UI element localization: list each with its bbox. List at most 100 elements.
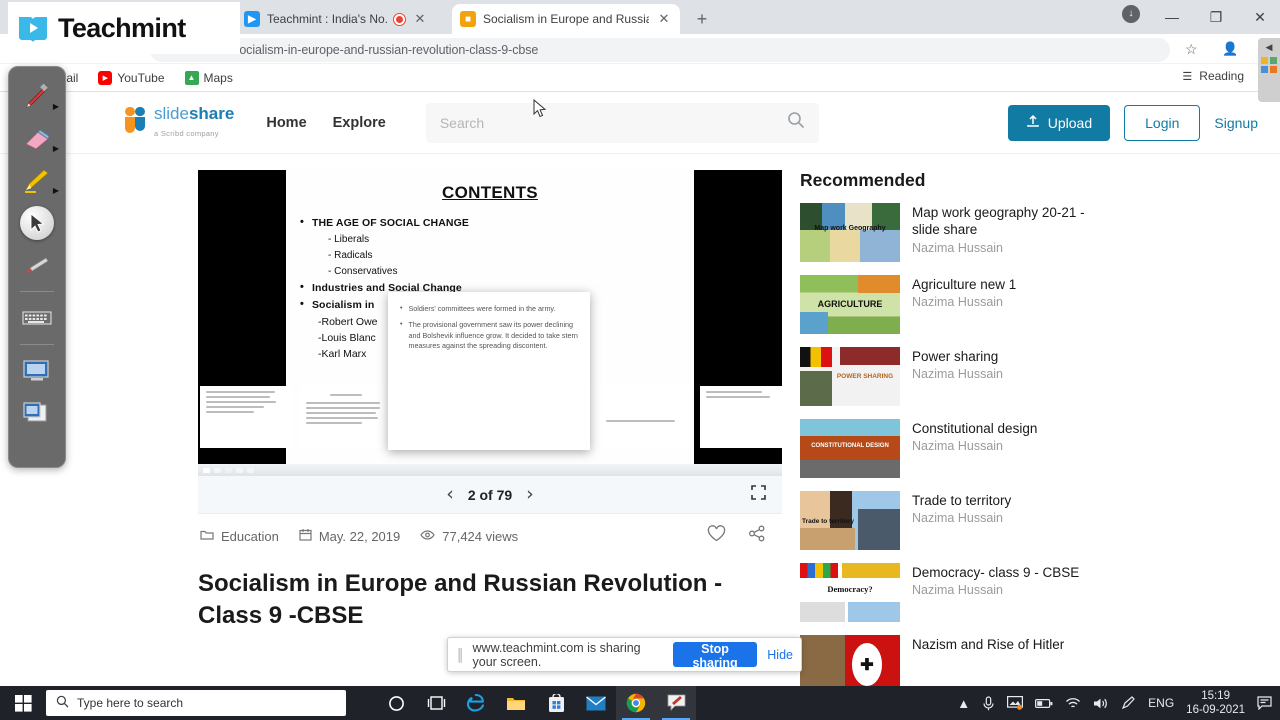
recommended-title: Power sharing [912, 349, 999, 364]
search-icon[interactable] [787, 111, 805, 134]
bookmark-star-icon[interactable]: ☆ [1185, 41, 1198, 58]
hide-link[interactable]: Hide [767, 648, 793, 662]
cortana-icon[interactable] [376, 686, 416, 720]
slideshare-logo-icon [122, 105, 148, 135]
viewer-progress-dots[interactable] [198, 464, 782, 476]
window-capture-icon[interactable] [14, 393, 60, 433]
chevron-right-icon[interactable]: ▶ [53, 186, 59, 195]
screen-capture-icon[interactable] [14, 351, 60, 391]
clock-time: 15:19 [1201, 689, 1230, 702]
search-icon [56, 695, 69, 711]
login-button[interactable]: Login [1124, 104, 1201, 141]
folder-icon [200, 528, 214, 544]
bullet-icon: • [400, 305, 403, 312]
taskbar-search-box[interactable]: Type here to search [46, 690, 346, 716]
heart-icon[interactable] [707, 525, 726, 547]
language-indicator[interactable]: ENG [1148, 696, 1174, 710]
wifi-icon[interactable] [1065, 697, 1081, 710]
pen-tray-icon[interactable] [1121, 696, 1136, 710]
pen-icon[interactable]: ▶ [14, 77, 60, 117]
edge-icon[interactable] [456, 686, 496, 720]
teachmint-icon: ▶ [244, 11, 260, 27]
download-icon[interactable]: ↓ [1122, 5, 1140, 23]
slide-thumbnail[interactable] [600, 386, 692, 448]
stop-sharing-button[interactable]: Stop sharing [672, 642, 758, 670]
chevron-right-icon[interactable]: ▶ [53, 102, 59, 111]
recommended-item[interactable]: ✚ Nazism and Rise of Hitler [800, 635, 1100, 692]
eraser-icon[interactable]: ▶ [14, 119, 60, 159]
microsoft-store-icon[interactable] [536, 686, 576, 720]
screen-share-icon[interactable] [1007, 696, 1024, 710]
close-button[interactable]: ✕ [1238, 0, 1280, 34]
slide-thumbnail[interactable] [300, 386, 392, 448]
address-bar[interactable]: matahseen1/socialism-in-europe-and-russi… [150, 38, 1170, 62]
show-hidden-icons-icon[interactable]: ▲ [957, 696, 970, 711]
clock[interactable]: 15:19 16-09-2021 [1186, 689, 1245, 718]
eye-icon [420, 529, 435, 544]
browser-tab-slideshare[interactable]: ■ Socialism in Europe and Russian ✕ [452, 4, 680, 34]
recommended-item[interactable]: Trade to territory Trade to territory Na… [800, 491, 1100, 550]
taskbar-app-icons [376, 686, 696, 720]
search-bar[interactable] [425, 102, 819, 143]
chrome-icon[interactable] [616, 686, 656, 720]
profile-avatar-icon[interactable]: 👤 [1222, 41, 1238, 56]
volume-icon[interactable] [1093, 697, 1109, 710]
recommended-item[interactable]: Democracy? Democracy- class 9 - CBSE Naz… [800, 563, 1100, 622]
slide-counter: 2 of 79 [467, 486, 513, 503]
laser-pointer-icon[interactable] [14, 245, 60, 285]
deck-actions [707, 525, 780, 547]
share-icon[interactable] [748, 525, 766, 547]
upload-button[interactable]: Upload [1007, 104, 1111, 141]
drag-handle-icon[interactable]: ║ [456, 648, 464, 662]
file-explorer-icon[interactable] [496, 686, 536, 720]
close-icon[interactable]: ✕ [656, 11, 672, 27]
nav-item-home[interactable]: Home [266, 115, 306, 131]
signup-link[interactable]: Signup [1214, 115, 1258, 131]
previous-slide-button[interactable]: ‹ [432, 485, 468, 504]
new-tab-button[interactable]: + [690, 8, 714, 32]
collapsed-side-toolbar[interactable]: ◀ [1258, 38, 1280, 102]
slideshare-logo[interactable]: slideshare a Scribd company [122, 104, 234, 141]
slide-thumbnail[interactable] [700, 386, 782, 448]
start-button[interactable] [0, 686, 46, 720]
slide-viewer[interactable]: CONTENTS • THE AGE OF SOCIAL CHANGE - Li… [198, 170, 782, 476]
annotation-app-icon[interactable] [656, 686, 696, 720]
task-view-icon[interactable] [416, 686, 456, 720]
deck-meta-row: Education May. 22, 2019 77,424 views [198, 514, 782, 558]
action-center-icon[interactable] [1257, 696, 1272, 710]
battery-icon[interactable] [1035, 698, 1053, 709]
highlighter-icon[interactable]: ▶ [14, 161, 60, 201]
maximize-button[interactable]: ❐ [1194, 0, 1238, 34]
search-input[interactable] [439, 114, 770, 131]
apps-grid-icon[interactable] [1261, 57, 1277, 78]
nav-item-explore[interactable]: Explore [333, 115, 386, 131]
collapse-arrow-icon[interactable]: ◀ [1266, 42, 1273, 53]
bookmark-maps[interactable]: ▲ Maps [184, 70, 233, 85]
close-icon[interactable]: ✕ [412, 11, 428, 27]
meta-category[interactable]: Education [200, 528, 279, 544]
slideshare-header: slideshare a Scribd company Home Explore [0, 92, 1280, 154]
annotation-toolbar[interactable]: ▶ ▶ ▶ [8, 66, 66, 468]
browser-tab-teachmint[interactable]: ▶ Teachmint : India's No.1 Onl ✕ [236, 4, 436, 34]
cursor-icon[interactable] [14, 203, 60, 243]
meta-views: 77,424 views [420, 529, 518, 544]
recommended-item[interactable]: AGRICULTURE Agriculture new 1 Nazima Hus… [800, 275, 1100, 334]
recommended-item[interactable]: POWER SHARING Power sharing Nazima Hussa… [800, 347, 1100, 406]
bookmarks-bar: M Gmail ▶ YouTube ▲ Maps ☰ Reading [0, 64, 1280, 92]
keyboard-icon[interactable] [14, 298, 60, 338]
popup-bullet: • The provisional government saw its pow… [400, 320, 578, 351]
minimize-button[interactable]: — [1150, 0, 1194, 34]
next-slide-button[interactable]: › [512, 485, 548, 504]
slide-navigation-bar: ‹ 2 of 79 › [198, 476, 782, 514]
microphone-icon[interactable] [982, 695, 995, 711]
reading-list-button[interactable]: ☰ Reading [1180, 69, 1244, 83]
mail-icon[interactable] [576, 686, 616, 720]
fullscreen-icon[interactable] [751, 485, 766, 504]
recommended-item[interactable]: Map work Geography Map work geography 20… [800, 203, 1100, 262]
recommended-item[interactable]: CONSTITUTIONAL DESIGN Constitutional des… [800, 419, 1100, 478]
header-actions: Upload Login Signup [1007, 104, 1258, 141]
recommended-title: Democracy- class 9 - CBSE [912, 565, 1080, 580]
slide-thumbnail[interactable] [200, 386, 292, 448]
chevron-right-icon[interactable]: ▶ [53, 144, 59, 153]
bookmark-youtube[interactable]: ▶ YouTube [98, 70, 165, 85]
